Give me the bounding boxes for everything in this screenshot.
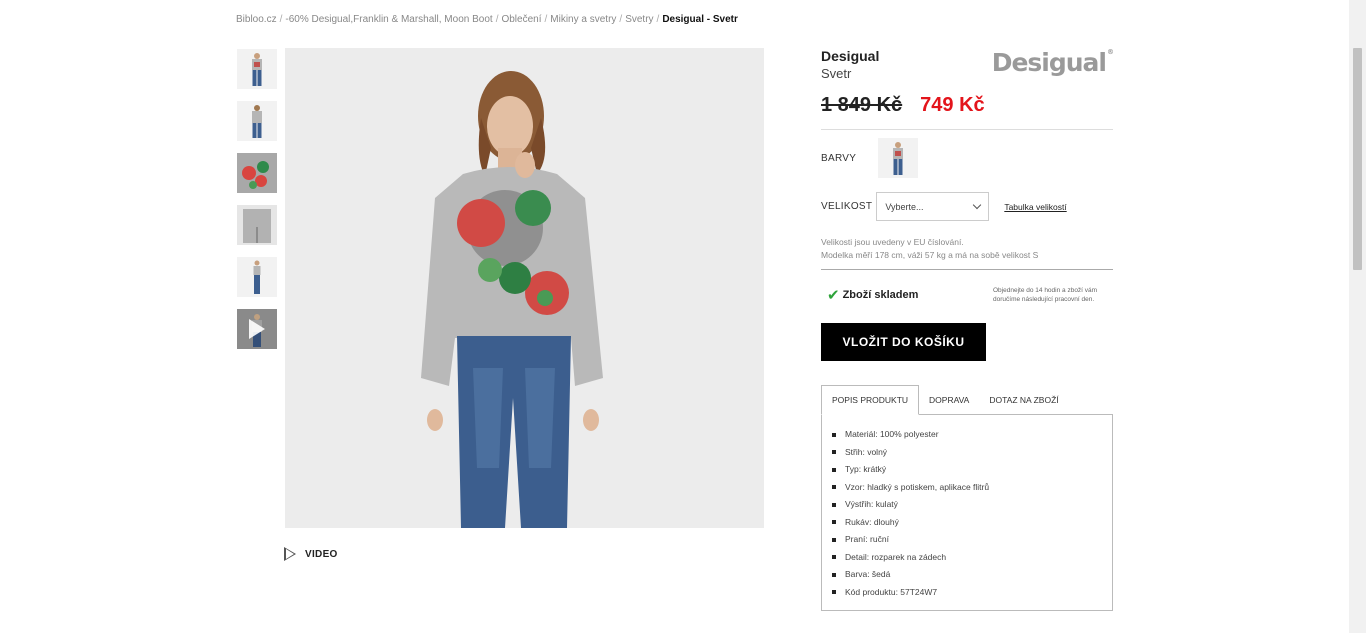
price-block: 1 849 Kč 749 Kč [821,94,1113,117]
tab-product-description[interactable]: POPIS PRODUKTU [821,385,920,415]
play-icon [284,547,296,561]
size-chart-link[interactable]: Tabulka velikostí [1004,202,1066,212]
old-price: 1 849 Kč [821,94,903,116]
thumbnail-video[interactable] [237,309,277,349]
breadcrumb-separator: / [279,14,283,25]
tab-shipping[interactable]: DOPRAVA [919,385,979,415]
checkmark-icon: ✔ [827,287,840,304]
list-item: Barva: šedá [832,566,1102,584]
thumbnail-back-view[interactable] [237,101,277,141]
color-swatch-grey[interactable] [878,138,919,178]
list-item: Praní: ruční [832,531,1102,549]
video-link[interactable]: VIDEO [284,547,338,561]
page-scrollbar[interactable] [1349,0,1366,633]
breadcrumb-link-sale[interactable]: -60% Desigual,Franklin & Marshall, Moon … [285,14,492,25]
size-label: VELIKOST [821,201,873,212]
breadcrumb-link-home[interactable]: Bibloo.cz [236,14,277,25]
brand-logo[interactable]: Desigual® [991,48,1114,77]
list-item: Typ: krátký [832,461,1102,479]
size-selector-row: VELIKOST Vyberte... Tabulka velikostí [821,192,1113,221]
breadcrumb-separator: / [656,14,660,25]
list-item: Detail: rozparek na zádech [832,549,1102,567]
thumbnail-front-view[interactable] [237,49,277,89]
size-note-line: Modelka měří 178 cm, váži 57 kg a má na … [821,250,1039,260]
list-item: Materiál: 100% polyester [832,426,1102,444]
stock-status: ✔ Zboží skladem [821,286,918,304]
list-item: Rukáv: dlouhý [832,514,1102,532]
tab-product-question[interactable]: DOTAZ NA ZBOŽÍ [979,385,1068,415]
main-product-image[interactable] [285,48,764,528]
scrollbar-thumb[interactable] [1353,48,1362,270]
breadcrumb-separator: / [544,14,548,25]
play-icon [249,319,265,339]
divider [821,129,1113,130]
sale-price: 749 Kč [920,94,985,116]
breadcrumb-link-sweaters-hoodies[interactable]: Mikiny a svetry [550,14,616,25]
list-item: Výstřih: kulatý [832,496,1102,514]
add-to-cart-button[interactable]: VLOŽIT DO KOŠÍKU [821,323,986,361]
thumbnail-full-body[interactable] [237,257,277,297]
video-label: VIDEO [305,548,338,560]
breadcrumb-link-sweaters[interactable]: Svetry [625,14,653,25]
description-list: Materiál: 100% polyester Střih: volný Ty… [832,426,1102,601]
list-item: Střih: volný [832,444,1102,462]
size-dropdown-value: Vyberte... [885,201,924,212]
colors-label: BARVY [821,152,857,164]
stock-row: ✔ Zboží skladem Objednejte do 14 hodin a… [821,286,1113,304]
breadcrumb-separator: / [495,14,499,25]
product-info: Desigual Svetr Desigual® 1 849 Kč 749 Kč… [821,48,1114,611]
thumbnail-list [237,49,277,361]
breadcrumb: Bibloo.cz / -60% Desigual,Franklin & Marsh… [236,14,738,25]
tab-panel-description: Materiál: 100% polyester Střih: volný Ty… [821,414,1113,611]
breadcrumb-separator: / [619,14,623,25]
registered-mark: ® [1107,48,1114,56]
size-note-line: Velikosti jsou uvedeny v EU číslování. [821,237,964,247]
delivery-note: Objednejte do 14 hodin a zboží vám doruč… [993,287,1098,303]
breadcrumb-link-clothing[interactable]: Oblečení [501,14,541,25]
chevron-down-icon [973,200,982,209]
breadcrumb-current: Desigual - Svetr [662,14,738,25]
divider [821,269,1113,270]
list-item: Vzor: hladký s potiskem, aplikace flitrů [832,479,1102,497]
size-note: Velikosti jsou uvedeny v EU číslování. M… [821,236,1113,262]
size-dropdown[interactable]: Vyberte... [876,192,990,221]
stock-label: Zboží skladem [842,289,919,301]
thumbnail-print-detail[interactable] [237,153,277,193]
color-selector: BARVY [821,138,1113,178]
brand-logo-text: Desigual [991,48,1107,77]
list-item: Kód produktu: 57T24W7 [832,584,1102,602]
product-tabs: POPIS PRODUKTU DOPRAVA DOTAZ NA ZBOŽÍ [821,385,1113,415]
thumbnail-back-detail[interactable] [237,205,277,245]
